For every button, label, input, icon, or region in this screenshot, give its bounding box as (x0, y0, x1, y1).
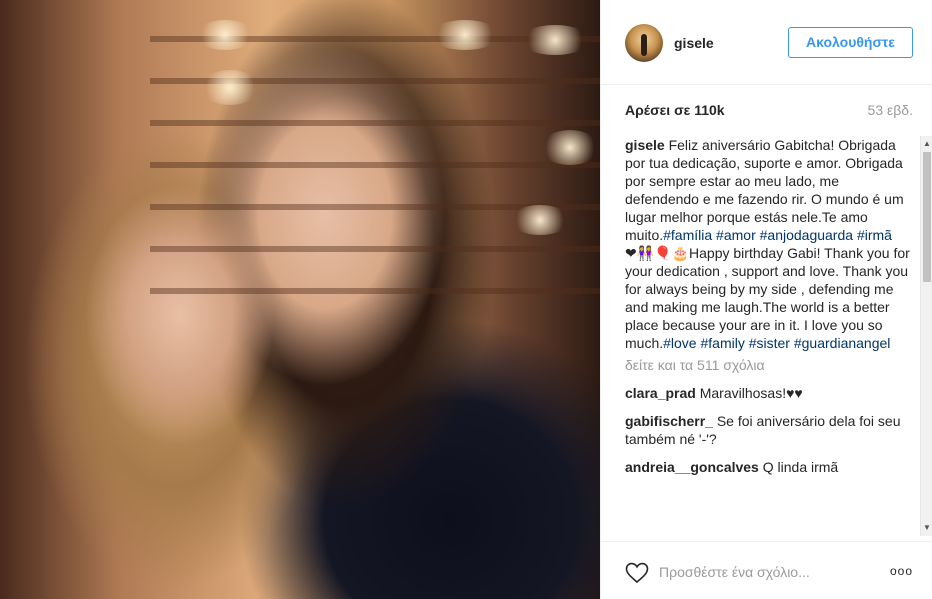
likes-count[interactable]: Αρέσει σε 110k (625, 102, 725, 118)
hashtag-link[interactable]: #amor (716, 227, 756, 243)
post-username[interactable]: gisele (674, 35, 714, 51)
photo-light (540, 130, 600, 165)
comments-scrollbar[interactable]: ▲ ▼ (920, 136, 932, 536)
hashtag-link[interactable]: #irmã (857, 227, 892, 243)
photo-light (430, 20, 500, 50)
follow-button[interactable]: Ακολουθήστε (788, 27, 913, 58)
comment-item: gabifischerr_ Se foi aniversário dela fo… (625, 412, 913, 448)
comment-username[interactable]: andreia__goncalves (625, 459, 759, 475)
hashtag-link[interactable]: #anjodaguarda (760, 227, 853, 243)
scroll-up-arrow-icon[interactable]: ▲ (922, 138, 932, 150)
caption-emojis: ❤👭🎈🎂 (625, 245, 690, 261)
hashtag-link[interactable]: #family (700, 335, 744, 351)
hashtag-link[interactable]: #guardianangel (794, 335, 891, 351)
more-options-icon[interactable]: ooo (890, 564, 913, 578)
comment-username[interactable]: gabifischerr_ (625, 413, 713, 429)
scrollbar-thumb[interactable] (923, 152, 931, 282)
avatar[interactable] (625, 24, 663, 62)
post-footer: Προσθέστε ένα σχόλιο... ooo (601, 541, 932, 599)
heart-icon[interactable] (625, 562, 649, 584)
comment-item: clara_prad Maravilhosas!♥♥ (625, 384, 913, 402)
post-header: gisele Ακολουθήστε (601, 0, 932, 85)
post-photo[interactable] (0, 0, 600, 599)
likes-row: Αρέσει σε 110k 53 εβδ. (625, 100, 913, 120)
add-comment-input[interactable]: Προσθέστε ένα σχόλιο... (659, 564, 810, 580)
photo-light (195, 20, 255, 50)
view-all-comments-link[interactable]: δείτε και τα 511 σχόλια (625, 356, 913, 374)
post-detail-panel: gisele Ακολουθήστε Αρέσει σε 110k 53 εβδ… (600, 0, 932, 599)
comments-list[interactable]: gisele Feliz aniversário Gabitcha! Obrig… (625, 136, 913, 536)
hashtag-link[interactable]: #love (663, 335, 696, 351)
photo-light (520, 25, 590, 55)
post-caption: gisele Feliz aniversário Gabitcha! Obrig… (625, 136, 913, 352)
comment-username[interactable]: clara_prad (625, 385, 696, 401)
hashtag-link[interactable]: #sister (749, 335, 790, 351)
post-age[interactable]: 53 εβδ. (868, 102, 913, 118)
photo-light (200, 70, 260, 105)
scroll-down-arrow-icon[interactable]: ▼ (922, 522, 932, 534)
hashtag-link[interactable]: #família (663, 227, 712, 243)
avatar-figure (641, 34, 647, 56)
caption-username[interactable]: gisele (625, 137, 665, 153)
comment-text: Q linda irmã (758, 459, 839, 475)
comment-text: Maravilhosas!♥♥ (695, 385, 803, 401)
comment-item: andreia__goncalves Q linda irmã (625, 458, 913, 476)
photo-light (510, 205, 570, 235)
